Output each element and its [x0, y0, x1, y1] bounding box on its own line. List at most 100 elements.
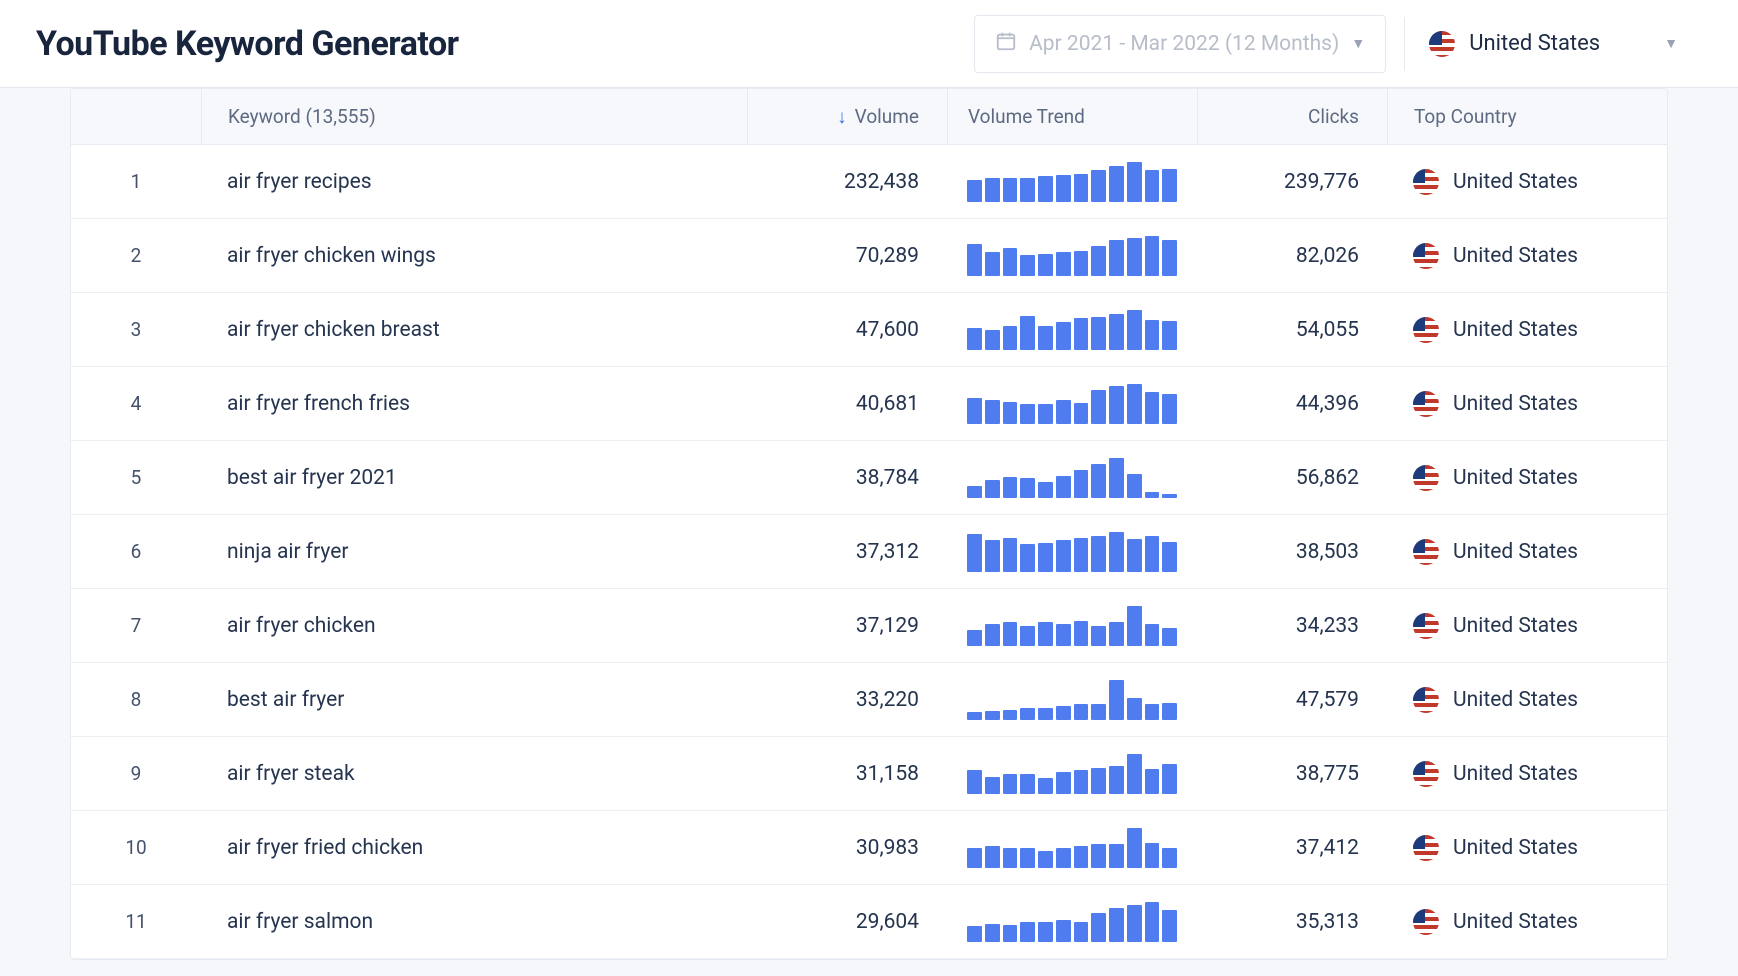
col-header-volume-label: Volume — [855, 105, 919, 128]
cell-trend — [947, 680, 1197, 720]
trend-sparkline — [967, 458, 1177, 498]
cell-clicks: 82,026 — [1197, 244, 1387, 268]
cell-keyword[interactable]: air fryer chicken wings — [201, 244, 747, 268]
cell-country-label: United States — [1453, 244, 1578, 268]
trend-sparkline — [967, 754, 1177, 794]
cell-volume: 47,600 — [747, 318, 947, 342]
col-header-trend[interactable]: Volume Trend — [947, 89, 1197, 144]
cell-keyword[interactable]: air fryer chicken — [201, 614, 747, 638]
us-flag-icon — [1413, 317, 1439, 343]
us-flag-icon — [1413, 835, 1439, 861]
cell-clicks: 37,412 — [1197, 836, 1387, 860]
table-row[interactable]: 11air fryer salmon29,60435,313United Sta… — [71, 885, 1667, 959]
us-flag-icon — [1413, 169, 1439, 195]
table-row[interactable]: 3air fryer chicken breast47,600 54,055 Uni… — [71, 293, 1667, 367]
cell-country: United States — [1387, 317, 1667, 343]
cell-trend — [947, 532, 1197, 572]
cell-keyword[interactable]: best air fryer 2021 — [201, 466, 747, 490]
us-flag-icon — [1413, 687, 1439, 713]
cell-clicks: 38,775 — [1197, 762, 1387, 786]
cell-clicks: 54,055 — [1197, 318, 1387, 342]
cell-country-label: United States — [1453, 762, 1578, 786]
col-header-country[interactable]: Top Country — [1387, 89, 1667, 144]
table-row[interactable]: 1air fryer recipes232,438239,776United S… — [71, 145, 1667, 219]
country-label: United States — [1469, 31, 1600, 56]
table-row[interactable]: 6ninja air fryer37,31238,503United State… — [71, 515, 1667, 589]
cell-keyword[interactable]: air fryer steak — [201, 762, 747, 786]
cell-volume: 30,983 — [747, 836, 947, 860]
table-row[interactable]: 7air fryer chicken37,12934,233United Sta… — [71, 589, 1667, 663]
cell-country-label: United States — [1453, 318, 1578, 342]
cell-rank: 3 — [71, 318, 201, 341]
date-range-picker[interactable]: Apr 2021 - Mar 2022 (12 Months) ▼ — [974, 15, 1386, 73]
us-flag-icon — [1413, 539, 1439, 565]
trend-sparkline — [967, 236, 1177, 276]
col-header-keyword[interactable]: Keyword (13,555) — [201, 89, 747, 144]
cell-keyword[interactable]: air fryer fried chicken — [201, 836, 747, 860]
us-flag-icon — [1413, 391, 1439, 417]
cell-clicks: 35,313 — [1197, 910, 1387, 934]
cell-trend — [947, 828, 1197, 868]
trend-sparkline — [967, 384, 1177, 424]
cell-keyword[interactable]: ninja air fryer — [201, 540, 747, 564]
cell-rank: 9 — [71, 762, 201, 785]
cell-country-label: United States — [1453, 836, 1578, 860]
col-header-keyword-count: (13,555) — [305, 105, 375, 128]
date-range-label: Apr 2021 - Mar 2022 (12 Months) — [1029, 32, 1339, 56]
us-flag-icon — [1413, 909, 1439, 935]
cell-country: United States — [1387, 687, 1667, 713]
cell-rank: 2 — [71, 244, 201, 267]
col-header-clicks[interactable]: Clicks — [1197, 89, 1387, 144]
page-title: YouTube Keyword Generator — [36, 24, 974, 64]
col-header-volume[interactable]: ↓ Volume — [747, 89, 947, 144]
cell-volume: 37,312 — [747, 540, 947, 564]
table-row[interactable]: 10air fryer fried chicken30,98337,412Uni… — [71, 811, 1667, 885]
cell-trend — [947, 384, 1197, 424]
cell-volume: 232,438 — [747, 170, 947, 194]
cell-rank: 6 — [71, 540, 201, 563]
col-header-trend-label: Volume Trend — [968, 105, 1085, 128]
keyword-table: Keyword (13,555) ↓ Volume Volume Trend C… — [70, 88, 1668, 960]
cell-trend — [947, 310, 1197, 350]
cell-trend — [947, 754, 1197, 794]
cell-clicks: 38,503 — [1197, 540, 1387, 564]
cell-volume: 33,220 — [747, 688, 947, 712]
cell-volume: 38,784 — [747, 466, 947, 490]
cell-country: United States — [1387, 761, 1667, 787]
cell-keyword[interactable]: air fryer salmon — [201, 910, 747, 934]
cell-trend — [947, 162, 1197, 202]
col-header-keyword-label: Keyword — [228, 105, 301, 128]
us-flag-icon — [1413, 613, 1439, 639]
cell-keyword[interactable]: air fryer recipes — [201, 170, 747, 194]
table-body: 1air fryer recipes232,438239,776United S… — [71, 145, 1667, 959]
cell-country-label: United States — [1453, 910, 1578, 934]
cell-trend — [947, 236, 1197, 276]
table-row[interactable]: 5best air fryer 202138,78456,862United S… — [71, 441, 1667, 515]
cell-keyword[interactable]: air fryer french fries — [201, 392, 747, 416]
country-picker[interactable]: United States ▼ — [1404, 17, 1702, 71]
cell-country: United States — [1387, 169, 1667, 195]
cell-country: United States — [1387, 613, 1667, 639]
cell-clicks: 44,396 — [1197, 392, 1387, 416]
cell-country-label: United States — [1453, 466, 1578, 490]
cell-trend — [947, 902, 1197, 942]
cell-keyword[interactable]: air fryer chicken breast — [201, 318, 747, 342]
cell-keyword[interactable]: best air fryer — [201, 688, 747, 712]
cell-clicks: 56,862 — [1197, 466, 1387, 490]
cell-rank: 7 — [71, 614, 201, 637]
table-row[interactable]: 2air fryer chicken wings70,28982,026Unit… — [71, 219, 1667, 293]
cell-clicks: 47,579 — [1197, 688, 1387, 712]
us-flag-icon — [1413, 761, 1439, 787]
chevron-down-icon: ▼ — [1351, 35, 1365, 52]
table-row[interactable]: 9air fryer steak31,15838,775United State… — [71, 737, 1667, 811]
trend-sparkline — [967, 532, 1177, 572]
us-flag-icon — [1413, 465, 1439, 491]
table-row[interactable]: 8best air fryer33,220 47,579United States — [71, 663, 1667, 737]
cell-volume: 37,129 — [747, 614, 947, 638]
trend-sparkline — [967, 310, 1177, 350]
cell-rank: 8 — [71, 688, 201, 711]
trend-sparkline — [967, 828, 1177, 868]
table-row[interactable]: 4air fryer french fries40,68144,396Unite… — [71, 367, 1667, 441]
cell-country: United States — [1387, 391, 1667, 417]
cell-country: United States — [1387, 243, 1667, 269]
